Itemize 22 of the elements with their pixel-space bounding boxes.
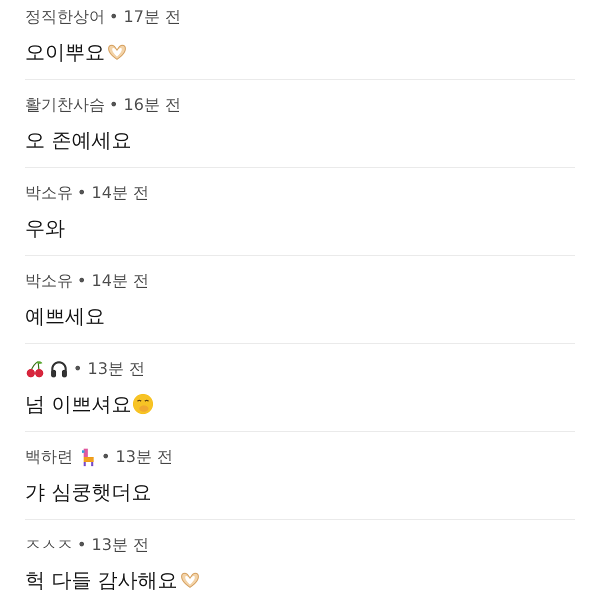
cherry-icon [25,359,45,379]
comment-time: • 17분 전 [109,6,181,28]
comment-time: • 16분 전 [109,94,181,116]
comment-text: 넘 이쁘셔요 [25,390,132,418]
comment-text: 갸 심쿵햇더요 [25,478,152,506]
comment-author: 백하련 [25,446,73,468]
headphones-icon [49,359,69,379]
comment-author: 박소유 [25,182,73,204]
comment-author: 활기찬사슴 [25,94,105,116]
comment-text: 오 존예세요 [25,126,132,154]
comment-author: 정직한상어 [25,6,105,28]
comment-author: ㅈㅅㅈ [25,534,73,556]
comment-time: • 14분 전 [77,182,149,204]
comment-author: 박소유 [25,270,73,292]
comment-text: 예쁘세요 [25,302,105,330]
comment-text: 헉 다들 감사해요 [25,566,178,594]
comment-text: 우와 [25,214,65,242]
comment-time: • 13분 전 [101,446,173,468]
comment-time: • 14분 전 [77,270,149,292]
comment-text: 오이뿌요 [25,38,105,66]
comment-time: • 13분 전 [77,534,149,556]
comment-time: • 13분 전 [73,358,145,380]
